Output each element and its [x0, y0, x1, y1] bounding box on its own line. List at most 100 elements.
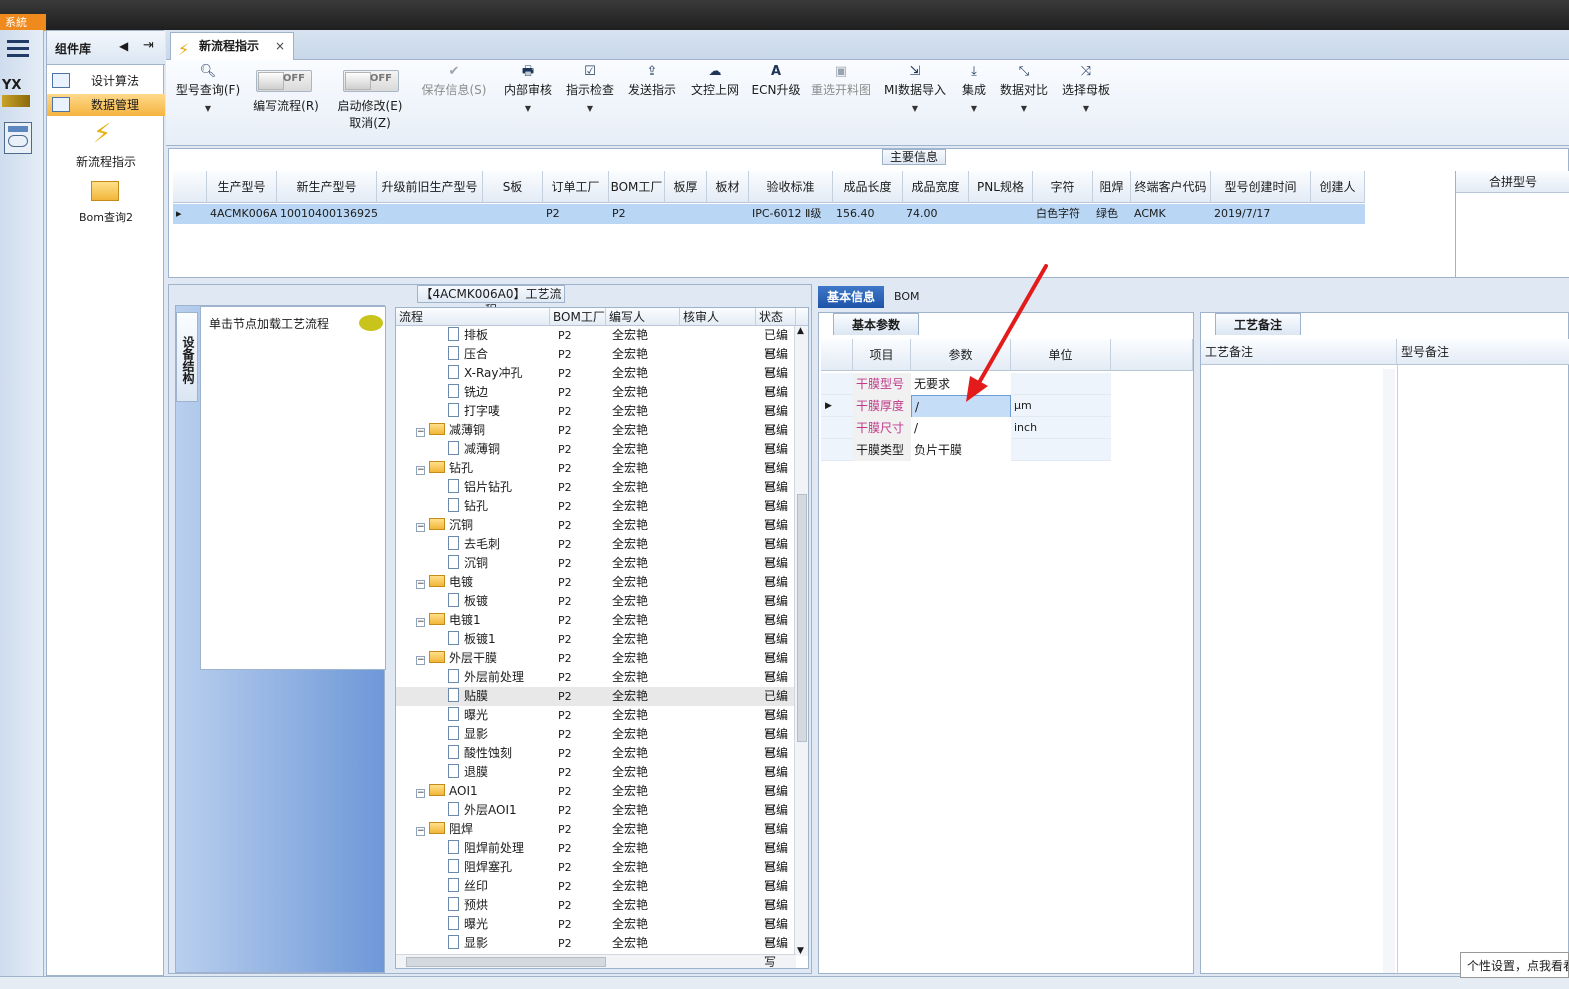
- tree-node[interactable]: 板镀: [448, 592, 488, 611]
- tree-row[interactable]: 曝光 P2 全宏艳 已编写: [396, 915, 794, 950]
- column-header[interactable]: 阻焊: [1093, 171, 1131, 203]
- column-header[interactable]: 工艺备注: [1201, 339, 1397, 365]
- tree-node[interactable]: 阻焊塞孔: [448, 858, 512, 877]
- param-value[interactable]: 负片干膜: [911, 439, 1011, 461]
- column-header[interactable]: BOM工厂: [609, 171, 665, 203]
- tree-row[interactable]: − 钻孔 P2 全宏艳 已编写: [396, 459, 794, 494]
- internal-review-button[interactable]: 🖶 内部审核 ▼: [500, 60, 556, 113]
- tree-node[interactable]: 压合: [448, 345, 488, 364]
- tree-row[interactable]: 沉铜 P2 全宏艳 已编写: [396, 554, 794, 589]
- grid-cell[interactable]: 2019/7/17: [1211, 204, 1311, 224]
- tree-row[interactable]: 外层前处理P2全宏艳已编写: [396, 668, 794, 703]
- tree-row[interactable]: 酸性蚀刻 P2 全宏艳 已编写: [396, 744, 794, 779]
- collapse-icon[interactable]: −: [416, 428, 425, 437]
- tree-row[interactable]: X-Ray冲孔 P2 全宏艳 已编写: [396, 364, 794, 399]
- column-header[interactable]: 板材: [707, 171, 749, 203]
- tab-device-structure[interactable]: 设备结构: [176, 312, 198, 402]
- tree-row[interactable]: 阻焊塞孔 P2 全宏艳 已编写: [396, 858, 794, 893]
- tree-node[interactable]: 铣边: [448, 383, 488, 402]
- tree-row[interactable]: − 沉铜 P2 全宏艳 已编写: [396, 516, 794, 551]
- column-header[interactable]: 升级前旧生产型号: [377, 171, 483, 203]
- tree-row[interactable]: 板镀 P2 全宏艳 已编写: [396, 592, 794, 627]
- tree-node[interactable]: 曝光: [448, 915, 488, 934]
- vertical-scrollbar[interactable]: ▲ ▼: [794, 326, 808, 956]
- reselect-button[interactable]: ▣ 重选开料图: [808, 60, 874, 98]
- compare-button[interactable]: ⤡ 数据对比 ▼: [996, 60, 1052, 113]
- tree-node[interactable]: 显影: [448, 725, 488, 744]
- process-flow-tree[interactable]: 流程 BOM工厂 编写人 核审人 状态 ▲ ▼ 排板 P2 全宏艳 已编写 压合 P2 全宏…: [395, 307, 809, 969]
- tree-node[interactable]: 贴膜: [448, 687, 488, 706]
- tree-row[interactable]: − 电镀1 P2 全宏艳 已编写: [396, 611, 794, 646]
- scrollbar-thumb[interactable]: [797, 494, 807, 742]
- tree-node[interactable]: 曝光: [448, 706, 488, 725]
- tree-node[interactable]: − 沉铜: [416, 516, 473, 535]
- grid-cell[interactable]: 10010400136925: [277, 204, 377, 224]
- column-header[interactable]: 项目: [853, 339, 911, 371]
- tab-bom[interactable]: BOM: [886, 286, 926, 308]
- tree-row[interactable]: 丝印 P2 全宏艳 已编写: [396, 877, 794, 912]
- tree-node[interactable]: − 阻焊: [416, 820, 473, 839]
- column-header[interactable]: 终端客户代码: [1131, 171, 1211, 203]
- tree-node[interactable]: − 电镀: [416, 573, 473, 592]
- tab-basic-params[interactable]: 基本参数: [833, 313, 919, 335]
- tree-row[interactable]: 铝片钻孔 P2 全宏艳 已编写: [396, 478, 794, 513]
- tree-row[interactable]: 外层AOI1 P2 全宏艳 已编写: [396, 801, 794, 836]
- send-button[interactable]: ⇪ 发送指示: [624, 60, 680, 98]
- param-value[interactable]: /: [911, 417, 1011, 439]
- tab-craft-notes[interactable]: 工艺备注: [1215, 313, 1301, 335]
- tree-node[interactable]: 排板: [448, 326, 488, 345]
- column-header[interactable]: 成品长度: [833, 171, 903, 203]
- shortcut-new-flow[interactable]: ⚡ 新流程指示: [47, 117, 165, 173]
- tree-node[interactable]: − 电镀1: [416, 611, 481, 630]
- grid-cell[interactable]: 绿色: [1093, 204, 1131, 224]
- vertical-scrollbar[interactable]: [1383, 369, 1395, 973]
- tree-node[interactable]: X-Ray冲孔: [448, 364, 522, 383]
- grid-cell[interactable]: 白色字符: [1033, 204, 1093, 224]
- tree-row[interactable]: 阻焊前处理 P2 全宏艳 已编写: [396, 839, 794, 874]
- cancel-button[interactable]: 取消(Z): [334, 115, 406, 131]
- column-header[interactable]: 型号备注: [1397, 339, 1569, 365]
- collapse-icon[interactable]: −: [416, 827, 425, 836]
- close-icon[interactable]: ×: [275, 33, 285, 59]
- tree-node[interactable]: − 减薄铜: [416, 421, 485, 440]
- tree-row[interactable]: 排板 P2 全宏艳 已编写: [396, 326, 794, 361]
- tree-node[interactable]: 钻孔: [448, 497, 488, 516]
- column-header[interactable]: 订单工厂: [543, 171, 609, 203]
- column-header[interactable]: PNL规格: [969, 171, 1033, 203]
- scroll-down-icon[interactable]: ▼: [797, 946, 804, 956]
- shortcut-bom-query[interactable]: Bom查询2: [47, 177, 165, 225]
- tree-row[interactable]: 减薄铜 P2 全宏艳 已编写: [396, 440, 794, 475]
- tree-node[interactable]: 沉铜: [448, 554, 488, 573]
- tree-node[interactable]: 去毛刺: [448, 535, 500, 554]
- grid-cell[interactable]: IPC-6012 Ⅱ级: [749, 204, 833, 224]
- tree-node[interactable]: − 钻孔: [416, 459, 473, 478]
- grid-cell[interactable]: 4ACMK006A0: [207, 204, 277, 224]
- column-header[interactable]: BOM工厂: [550, 308, 606, 326]
- grid-cell[interactable]: [665, 204, 707, 224]
- column-header[interactable]: 成品宽度: [903, 171, 969, 203]
- tree-node[interactable]: 酸性蚀刻: [448, 744, 512, 763]
- tree-row[interactable]: 去毛刺 P2 全宏艳 已编写: [396, 535, 794, 570]
- tree-row[interactable]: 退膜 P2 全宏艳 已编写: [396, 763, 794, 798]
- select-board-button[interactable]: ⤨ 选择母板 ▼: [1058, 60, 1114, 113]
- tree-row[interactable]: 曝光 P2 全宏艳 已编写: [396, 706, 794, 741]
- upload-button[interactable]: ☁ 文控上网: [686, 60, 744, 98]
- column-header[interactable]: 状态: [756, 308, 796, 326]
- query-button[interactable]: 🔍︎ 型号查询(F) ▼: [172, 60, 244, 113]
- write-flow-toggle[interactable]: OFF: [256, 70, 312, 92]
- column-header[interactable]: 核审人: [680, 308, 756, 326]
- grid-cell[interactable]: [483, 204, 543, 224]
- scrollbar-thumb[interactable]: [406, 957, 606, 967]
- tree-row[interactable]: 压合 P2 全宏艳 已编写: [396, 345, 794, 380]
- tree-node[interactable]: 显影: [448, 934, 488, 953]
- collapse-icon[interactable]: −: [416, 618, 425, 627]
- device-tree[interactable]: 单击节点加载工艺流程: [200, 306, 386, 670]
- grid-cell[interactable]: [377, 204, 483, 224]
- column-header[interactable]: 新生产型号: [277, 171, 377, 203]
- collapse-icon[interactable]: −: [416, 580, 425, 589]
- column-header[interactable]: S板: [483, 171, 543, 203]
- menu-icon[interactable]: [7, 40, 29, 57]
- calculator-icon[interactable]: [4, 122, 32, 154]
- column-header[interactable]: 流程: [396, 308, 550, 326]
- collapse-icon[interactable]: −: [416, 789, 425, 798]
